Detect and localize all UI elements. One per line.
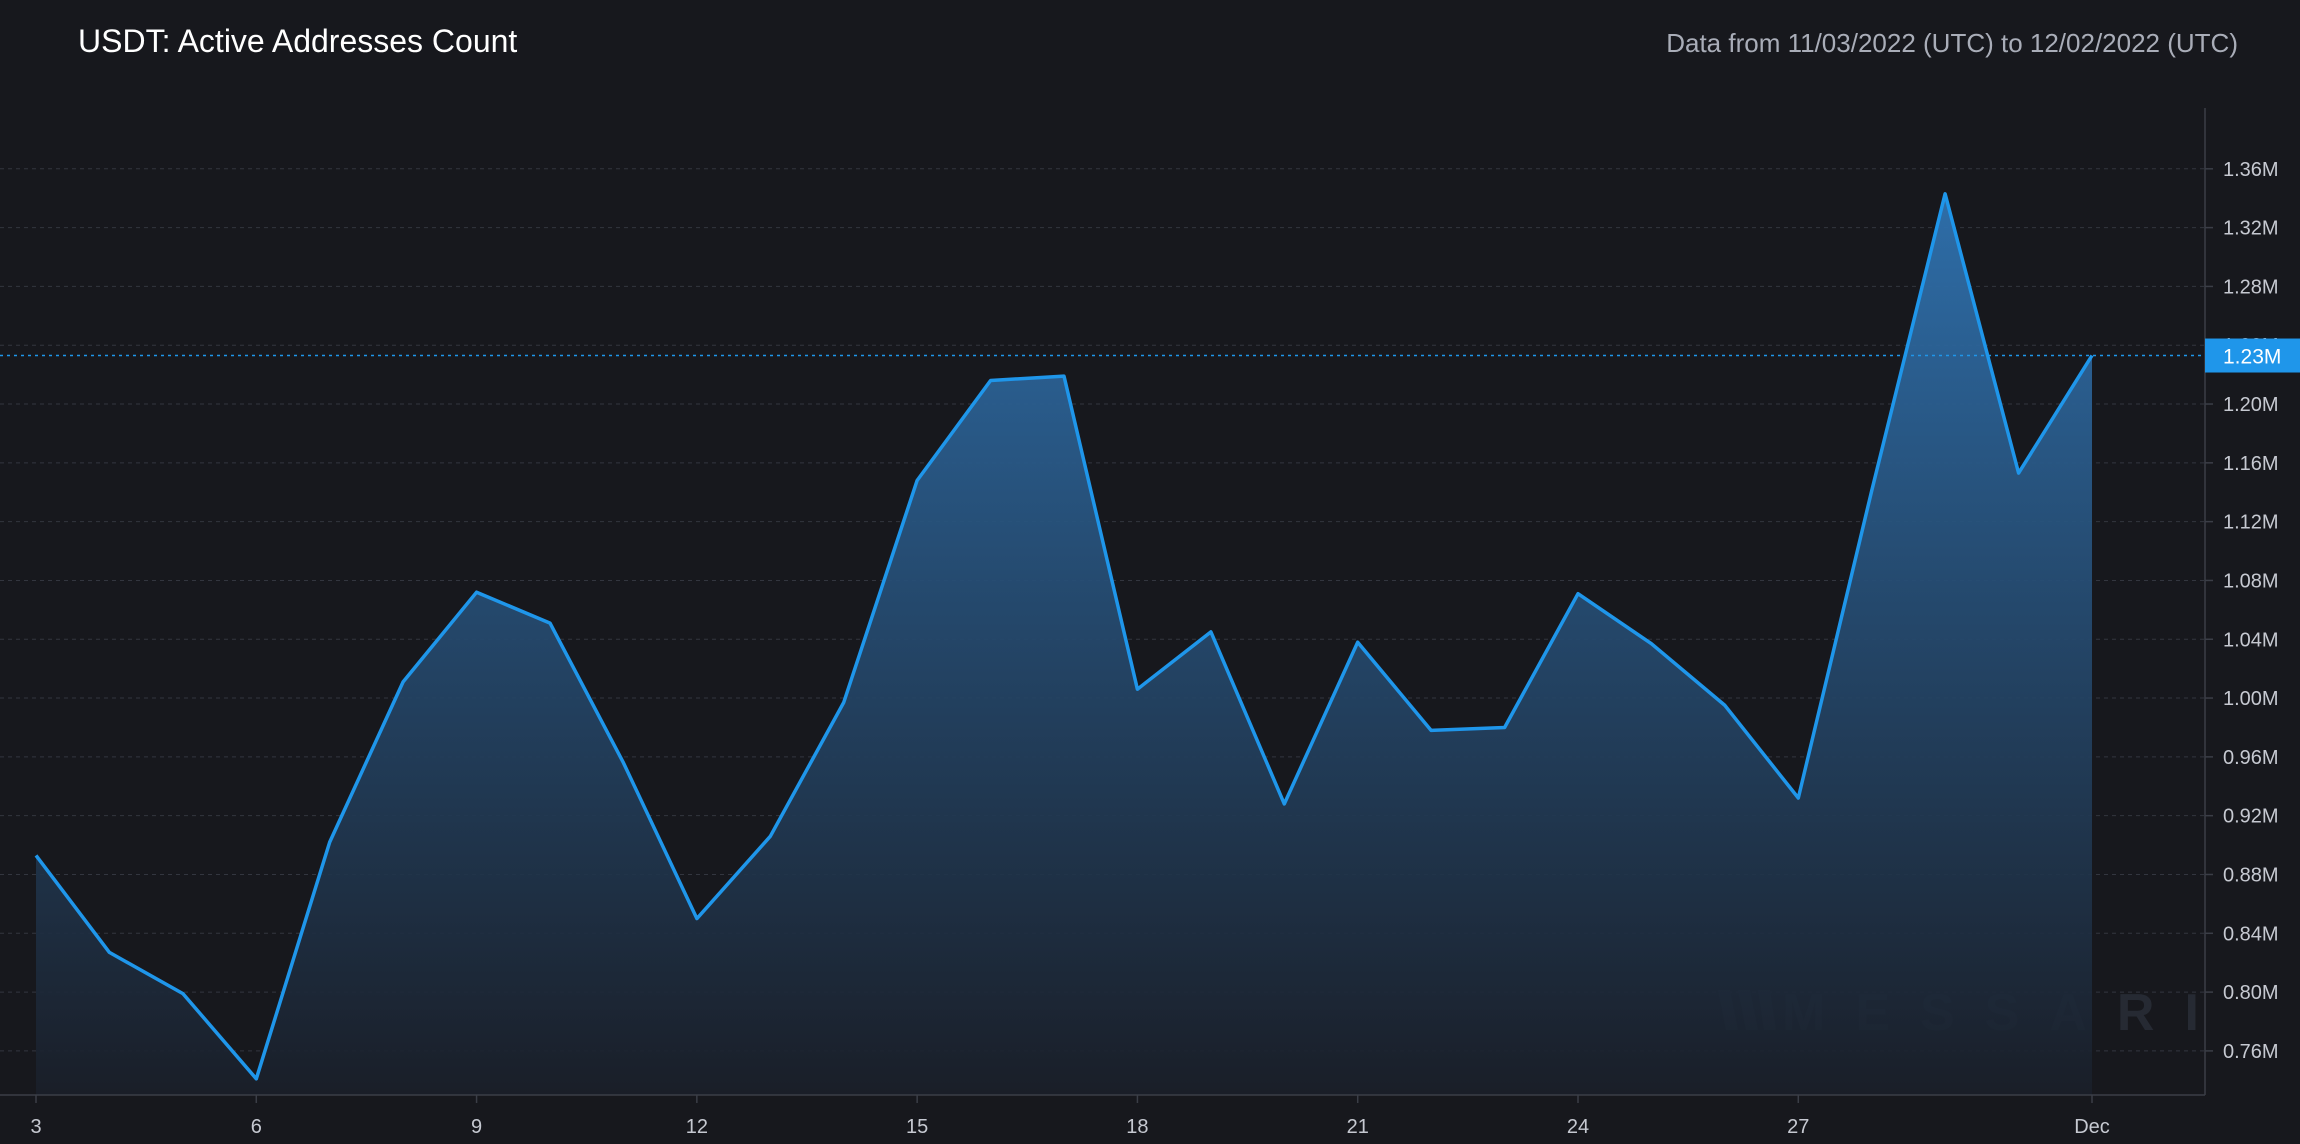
x-axis: 3 6 9 12 15 18 21 24 27 Dec [30,1095,2110,1138]
x-tick-label: 3 [30,1116,41,1138]
y-tick-label: 1.32M [2223,218,2279,240]
x-tick-label: 12 [686,1116,708,1138]
y-tick-label: 1.00M [2223,688,2279,710]
x-tick-label: 27 [1787,1116,1809,1138]
current-value-label: 1.23M [2223,346,2281,369]
y-tick-label: 1.28M [2223,276,2279,298]
y-tick-label: 1.36M [2223,159,2279,181]
y-axis: 0.76M 0.80M 0.84M 0.88M 0.92M 0.96M 1.00M 1.04M… [2205,159,2279,1063]
y-tick-label: 1.16M [2223,453,2279,475]
x-tick-label: Dec [2074,1116,2110,1138]
current-value-badge: 1.23M [2205,338,2300,373]
y-tick-label: 0.80M [2223,982,2279,1004]
x-tick-label: 9 [471,1116,482,1138]
x-tick-label: 15 [906,1116,928,1138]
chart-title: USDT: Active Addresses Count [78,23,517,59]
y-tick-label: 1.20M [2223,394,2279,416]
y-tick-label: 0.76M [2223,1041,2279,1063]
y-tick-label: 1.08M [2223,570,2279,592]
x-tick-label: 21 [1347,1116,1369,1138]
x-tick-label: 18 [1126,1116,1148,1138]
y-tick-label: 0.84M [2223,923,2279,945]
series-area-fill [36,193,2092,1096]
x-tick-label: 6 [251,1116,262,1138]
y-tick-label: 0.96M [2223,747,2279,769]
chart-container: USDT: Active Addresses Count Data from 1… [0,0,2300,1144]
y-tick-label: 0.92M [2223,806,2279,828]
x-tick-label: 24 [1567,1116,1589,1138]
active-addresses-chart: USDT: Active Addresses Count Data from 1… [0,23,2300,1138]
y-tick-label: 0.88M [2223,864,2279,886]
y-tick-label: 1.04M [2223,629,2279,651]
y-tick-label: 1.12M [2223,512,2279,534]
chart-subtitle: Data from 11/03/2022 (UTC) to 12/02/2022… [1666,28,2238,58]
